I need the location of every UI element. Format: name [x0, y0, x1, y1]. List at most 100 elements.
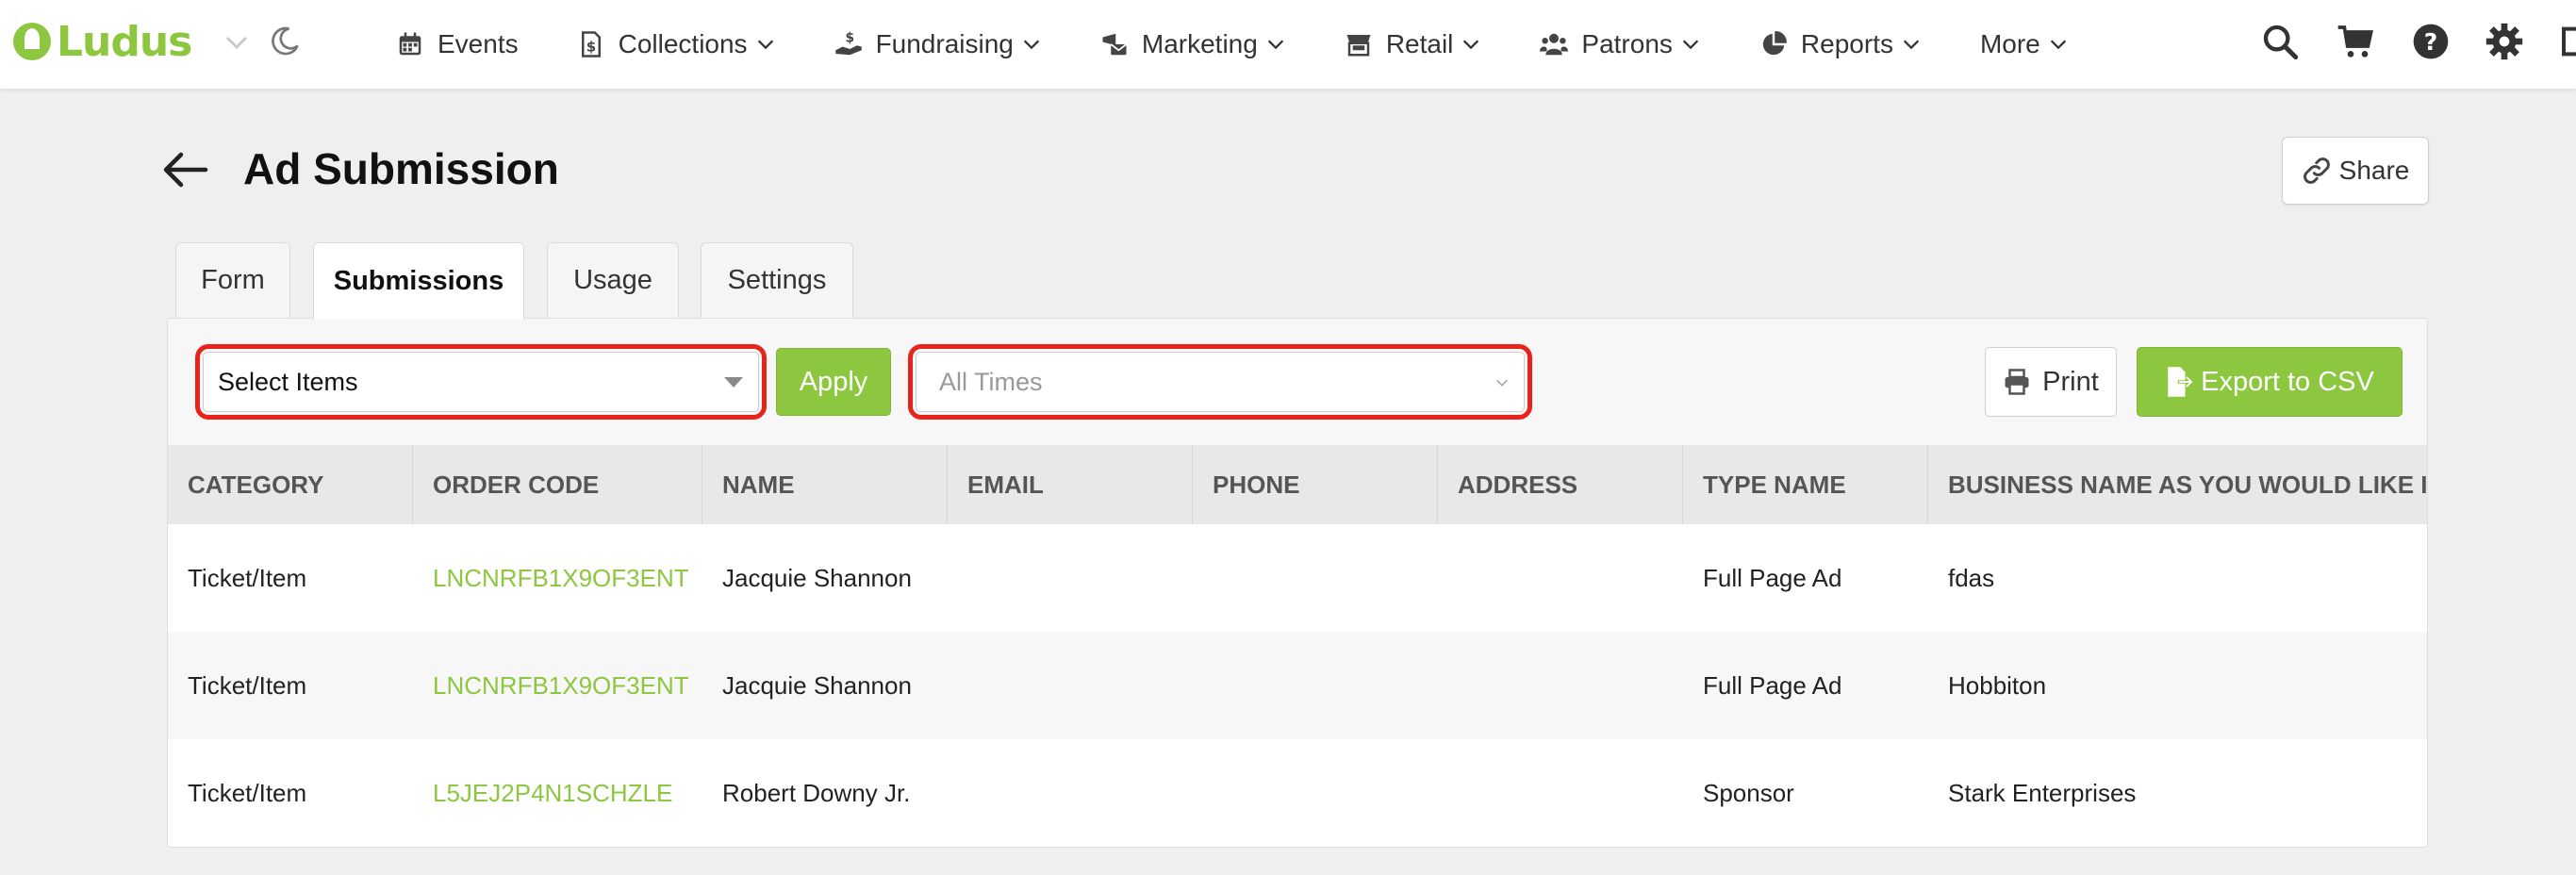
logout-icon[interactable]	[2557, 23, 2576, 60]
search-icon[interactable]	[2261, 23, 2299, 60]
cell-business-name: Hobbiton	[1948, 670, 2047, 700]
cell-category: Ticket/Item	[188, 563, 307, 592]
nav-collections[interactable]: $ Collections	[577, 0, 776, 89]
chevron-down-icon	[1903, 40, 1920, 50]
moon-icon[interactable]	[268, 25, 302, 58]
brand-logo[interactable]: Ludus	[13, 13, 192, 70]
submissions-panel: Select Items Apply All Times Print Expor…	[167, 318, 2428, 848]
svg-text:$: $	[586, 39, 595, 56]
nav-label: Marketing	[1141, 29, 1258, 58]
column-header-phone[interactable]: PHONE	[1193, 445, 1438, 524]
chevron-down-icon	[1267, 40, 1283, 50]
cell-name: Jacquie Shannon	[722, 563, 912, 592]
column-header-category[interactable]: CATEGORY	[168, 445, 413, 524]
print-label: Print	[2042, 366, 2099, 397]
cell-order-code-link[interactable]: LNCNRFB1X9OF3ENT	[413, 632, 689, 739]
nav-label: Collections	[618, 29, 748, 58]
nav-label: More	[1979, 29, 2040, 58]
cell-phone	[1193, 739, 1213, 847]
table-row[interactable]: Ticket/Item LNCNRFB1X9OF3ENT Jacquie Sha…	[168, 524, 2427, 632]
chevron-down-icon	[1496, 379, 1508, 387]
tab-submissions[interactable]: Submissions	[313, 242, 524, 320]
share-label: Share	[2338, 156, 2410, 185]
items-select[interactable]: Select Items	[203, 352, 759, 412]
chevron-down-icon	[757, 40, 773, 50]
table-header: CATEGORY ORDER CODE NAME EMAIL PHONE ADD…	[168, 445, 2427, 524]
gear-icon[interactable]	[2485, 23, 2523, 60]
share-button[interactable]: Share	[2282, 137, 2429, 205]
donate-hand-icon: $	[834, 31, 862, 56]
column-header-business-name[interactable]: BUSINESS NAME AS YOU WOULD LIKE IT	[1928, 445, 2427, 524]
tab-label: Usage	[573, 265, 652, 295]
tab-label: Form	[201, 265, 265, 295]
nav-label: Reports	[1800, 29, 1893, 58]
chevron-down-icon	[1682, 40, 1699, 50]
apply-label: Apply	[799, 366, 868, 397]
nav-more[interactable]: More	[1980, 0, 2069, 89]
column-header-type-name[interactable]: TYPE NAME	[1683, 445, 1928, 524]
column-header-order-code[interactable]: ORDER CODE	[413, 445, 702, 524]
printer-icon	[2005, 369, 2029, 395]
brand-name: Ludus	[57, 17, 192, 66]
table-row[interactable]: Ticket/Item L5JEJ2P4N1SCHZLE Robert Down…	[168, 739, 2427, 847]
chevron-down-icon[interactable]	[223, 28, 251, 57]
nav-label: Events	[438, 29, 519, 58]
chevron-down-icon	[1463, 40, 1479, 50]
tab-label: Settings	[727, 265, 827, 295]
nav-label: Retail	[1385, 29, 1454, 58]
svg-text:?: ?	[2424, 28, 2438, 56]
column-header-email[interactable]: EMAIL	[948, 445, 1193, 524]
table-row[interactable]: Ticket/Item LNCNRFB1X9OF3ENT Jacquie Sha…	[168, 632, 2427, 739]
ludus-logo-icon	[13, 23, 51, 60]
link-icon	[2303, 157, 2330, 184]
cell-phone	[1193, 632, 1213, 739]
time-select-value: All Times	[939, 367, 1043, 396]
apply-button[interactable]: Apply	[776, 348, 891, 416]
time-range-select[interactable]: All Times	[916, 352, 1525, 412]
tab-settings[interactable]: Settings	[701, 242, 853, 318]
cell-phone	[1193, 524, 1213, 632]
nav-reports[interactable]: Reports	[1759, 0, 1922, 89]
nav-retail[interactable]: Retail	[1345, 0, 1482, 89]
nav-label: Fundraising	[875, 29, 1014, 58]
back-arrow-icon[interactable]	[160, 149, 209, 190]
cell-order-code-link[interactable]: L5JEJ2P4N1SCHZLE	[413, 739, 672, 847]
calendar-icon	[399, 32, 421, 56]
nav-marketing[interactable]: Marketing	[1100, 0, 1286, 89]
column-header-address[interactable]: ADDRESS	[1438, 445, 1683, 524]
file-export-icon	[2168, 367, 2194, 397]
cell-type-name: Full Page Ad	[1703, 670, 1842, 700]
print-button[interactable]: Print	[1985, 347, 2117, 417]
users-icon	[1540, 33, 1569, 56]
help-icon[interactable]: ?	[2412, 23, 2450, 60]
chevron-down-icon	[2050, 40, 2066, 50]
nav-fundraising[interactable]: $ Fundraising	[834, 0, 1042, 89]
cell-address	[1438, 739, 1458, 847]
cell-business-name: Stark Enterprises	[1948, 778, 2137, 807]
cell-name: Robert Downy Jr.	[722, 778, 911, 807]
cart-icon[interactable]	[2337, 23, 2374, 60]
cell-address	[1438, 632, 1458, 739]
cell-business-name: fdas	[1948, 563, 1995, 592]
mail-bullhorn-icon	[1102, 33, 1127, 56]
nav-events[interactable]: Events	[396, 0, 519, 89]
nav-patrons[interactable]: Patrons	[1540, 0, 1701, 89]
cell-email	[948, 739, 967, 847]
main-nav: Events $ Collections $ Fundraising Marke…	[396, 0, 2127, 89]
cell-type-name: Full Page Ad	[1703, 563, 1842, 592]
tab-usage[interactable]: Usage	[547, 242, 679, 318]
receipt-dollar-icon: $	[581, 31, 601, 58]
tab-label: Submissions	[333, 266, 504, 296]
cell-category: Ticket/Item	[188, 778, 307, 807]
export-label: Export to CSV	[2201, 366, 2374, 397]
cell-name: Jacquie Shannon	[722, 670, 912, 700]
nav-label: Patrons	[1581, 29, 1673, 58]
cell-type-name: Sponsor	[1703, 778, 1794, 807]
page-title: Ad Submission	[243, 144, 559, 193]
column-header-name[interactable]: NAME	[702, 445, 948, 524]
caret-down-icon	[724, 377, 743, 388]
tab-form[interactable]: Form	[175, 242, 290, 318]
cell-category: Ticket/Item	[188, 670, 307, 700]
export-csv-button[interactable]: Export to CSV	[2137, 347, 2403, 417]
cell-order-code-link[interactable]: LNCNRFB1X9OF3ENT	[413, 524, 689, 632]
